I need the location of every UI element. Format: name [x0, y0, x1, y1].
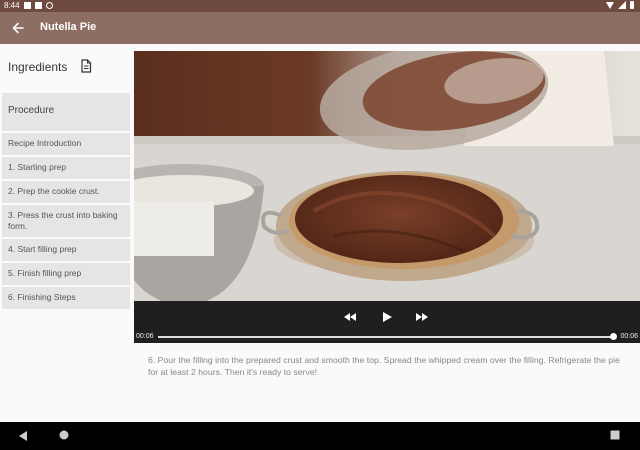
sync-icon	[45, 2, 53, 9]
ingredients-label: Ingredients	[8, 60, 68, 74]
step-item-6[interactable]: 6. Finishing Steps	[2, 287, 130, 309]
battery-icon	[630, 1, 634, 9]
step-item-4[interactable]: 4. Start filling prep	[2, 239, 130, 261]
system-nav-bar	[0, 422, 640, 450]
status-left: 8:44	[4, 1, 53, 10]
notification-icon	[34, 2, 42, 9]
back-arrow-icon[interactable]	[10, 20, 26, 36]
notification-icon	[23, 2, 31, 9]
status-time: 8:44	[4, 1, 20, 10]
video-frame	[134, 51, 640, 301]
step-item-1[interactable]: 1. Starting prep	[2, 157, 130, 179]
video-controls: 00:06 00:06	[134, 301, 640, 343]
nav-recents-icon[interactable]	[610, 430, 620, 440]
wifi-icon	[606, 1, 614, 9]
step-item-intro[interactable]: Recipe Introduction	[2, 133, 130, 155]
status-bar: 8:44	[0, 0, 640, 12]
document-icon[interactable]	[80, 59, 92, 73]
ingredients-row[interactable]: Ingredients	[0, 44, 132, 90]
procedure-label: Procedure	[8, 105, 55, 116]
fast-forward-icon[interactable]	[415, 310, 429, 324]
app-bar: Nutella Pie	[0, 12, 640, 44]
elapsed-time: 00:06	[136, 333, 154, 340]
seek-knob[interactable]	[610, 333, 617, 340]
step-item-2[interactable]: 2. Prep the cookie crust.	[2, 181, 130, 203]
signal-icon	[618, 1, 626, 9]
procedure-header[interactable]: Procedure	[2, 93, 130, 131]
page-title: Nutella Pie	[40, 21, 97, 33]
video-player[interactable]: 00:06 00:06	[134, 51, 640, 343]
seek-bar[interactable]	[158, 336, 616, 338]
recipe-sidebar: Ingredients Procedure Recipe Introductio…	[0, 44, 132, 422]
play-icon[interactable]	[380, 310, 394, 324]
step-description: 6. Pour the filling into the prepared cr…	[148, 355, 620, 377]
status-right	[606, 1, 634, 9]
rewind-icon[interactable]	[343, 310, 357, 324]
nav-back-icon[interactable]	[18, 430, 28, 442]
step-item-3[interactable]: 3. Press the crust into baking form.	[2, 205, 130, 237]
nav-home-icon[interactable]	[59, 430, 69, 440]
total-time: 00:06	[620, 333, 638, 340]
step-item-5[interactable]: 5. Finish filling prep	[2, 263, 130, 285]
